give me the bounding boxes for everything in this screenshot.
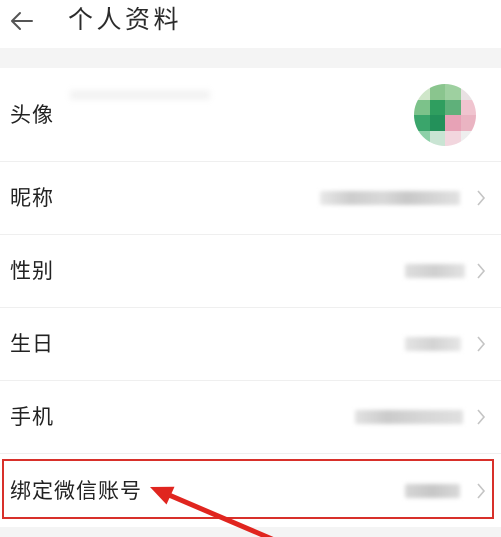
row-wechat-binding[interactable]: 绑定微信账号 xyxy=(0,454,501,527)
row-label-phone: 手机 xyxy=(10,405,54,429)
avatar-mosaic-cell xyxy=(460,130,476,146)
row-gender[interactable]: 性别 xyxy=(0,235,501,308)
nickname-value-blurred xyxy=(320,191,460,205)
row-phone[interactable]: 手机 xyxy=(0,381,501,454)
avatar-mosaic-cell xyxy=(429,84,445,100)
chevron-right-icon xyxy=(476,335,486,353)
page-title: 个人资料 xyxy=(68,5,183,34)
arrow-left-icon xyxy=(11,12,33,30)
row-label-birthday: 生日 xyxy=(10,332,54,356)
avatar-mosaic-cell xyxy=(445,99,461,115)
avatar-mosaic-cell xyxy=(414,99,430,115)
chevron-right-icon xyxy=(476,262,486,280)
row-label-avatar: 头像 xyxy=(10,102,54,127)
blurred-text xyxy=(70,90,210,100)
chevron-right-icon xyxy=(476,482,486,500)
avatar-mosaic-cell xyxy=(460,115,476,131)
row-birthday[interactable]: 生日 xyxy=(0,308,501,381)
row-label-wechat-binding: 绑定微信账号 xyxy=(10,478,142,503)
avatar-mosaic-cell xyxy=(414,84,430,100)
avatar-mosaic-cell xyxy=(414,130,430,146)
back-button[interactable] xyxy=(8,9,36,33)
avatar-mosaic-cell xyxy=(445,115,461,131)
avatar-mosaic-cell xyxy=(445,130,461,146)
avatar-mosaic-cell xyxy=(460,99,476,115)
avatar-mosaic-cell xyxy=(429,130,445,146)
birthday-value-blurred xyxy=(405,337,461,351)
avatar-mosaic-cell xyxy=(414,115,430,131)
gender-value-blurred xyxy=(405,264,465,278)
avatar-mosaic-cell xyxy=(445,84,461,100)
phone-value-blurred xyxy=(355,410,463,424)
chevron-right-icon xyxy=(476,408,486,426)
avatar xyxy=(414,84,476,146)
avatar-mosaic-cell xyxy=(460,84,476,100)
row-nickname[interactable]: 昵称 xyxy=(0,162,501,235)
header-bar: 个人资料 xyxy=(0,0,501,48)
profile-list: 头像 昵称 性别 生日 手机 绑定微信账号 xyxy=(0,68,501,527)
row-label-nickname: 昵称 xyxy=(10,186,54,210)
chevron-right-icon xyxy=(476,189,486,207)
avatar-mosaic-cell xyxy=(429,115,445,131)
row-label-gender: 性别 xyxy=(10,259,54,283)
avatar-mosaic-cell xyxy=(429,99,445,115)
wechat-value-blurred xyxy=(405,483,460,498)
row-avatar[interactable]: 头像 xyxy=(0,68,501,162)
